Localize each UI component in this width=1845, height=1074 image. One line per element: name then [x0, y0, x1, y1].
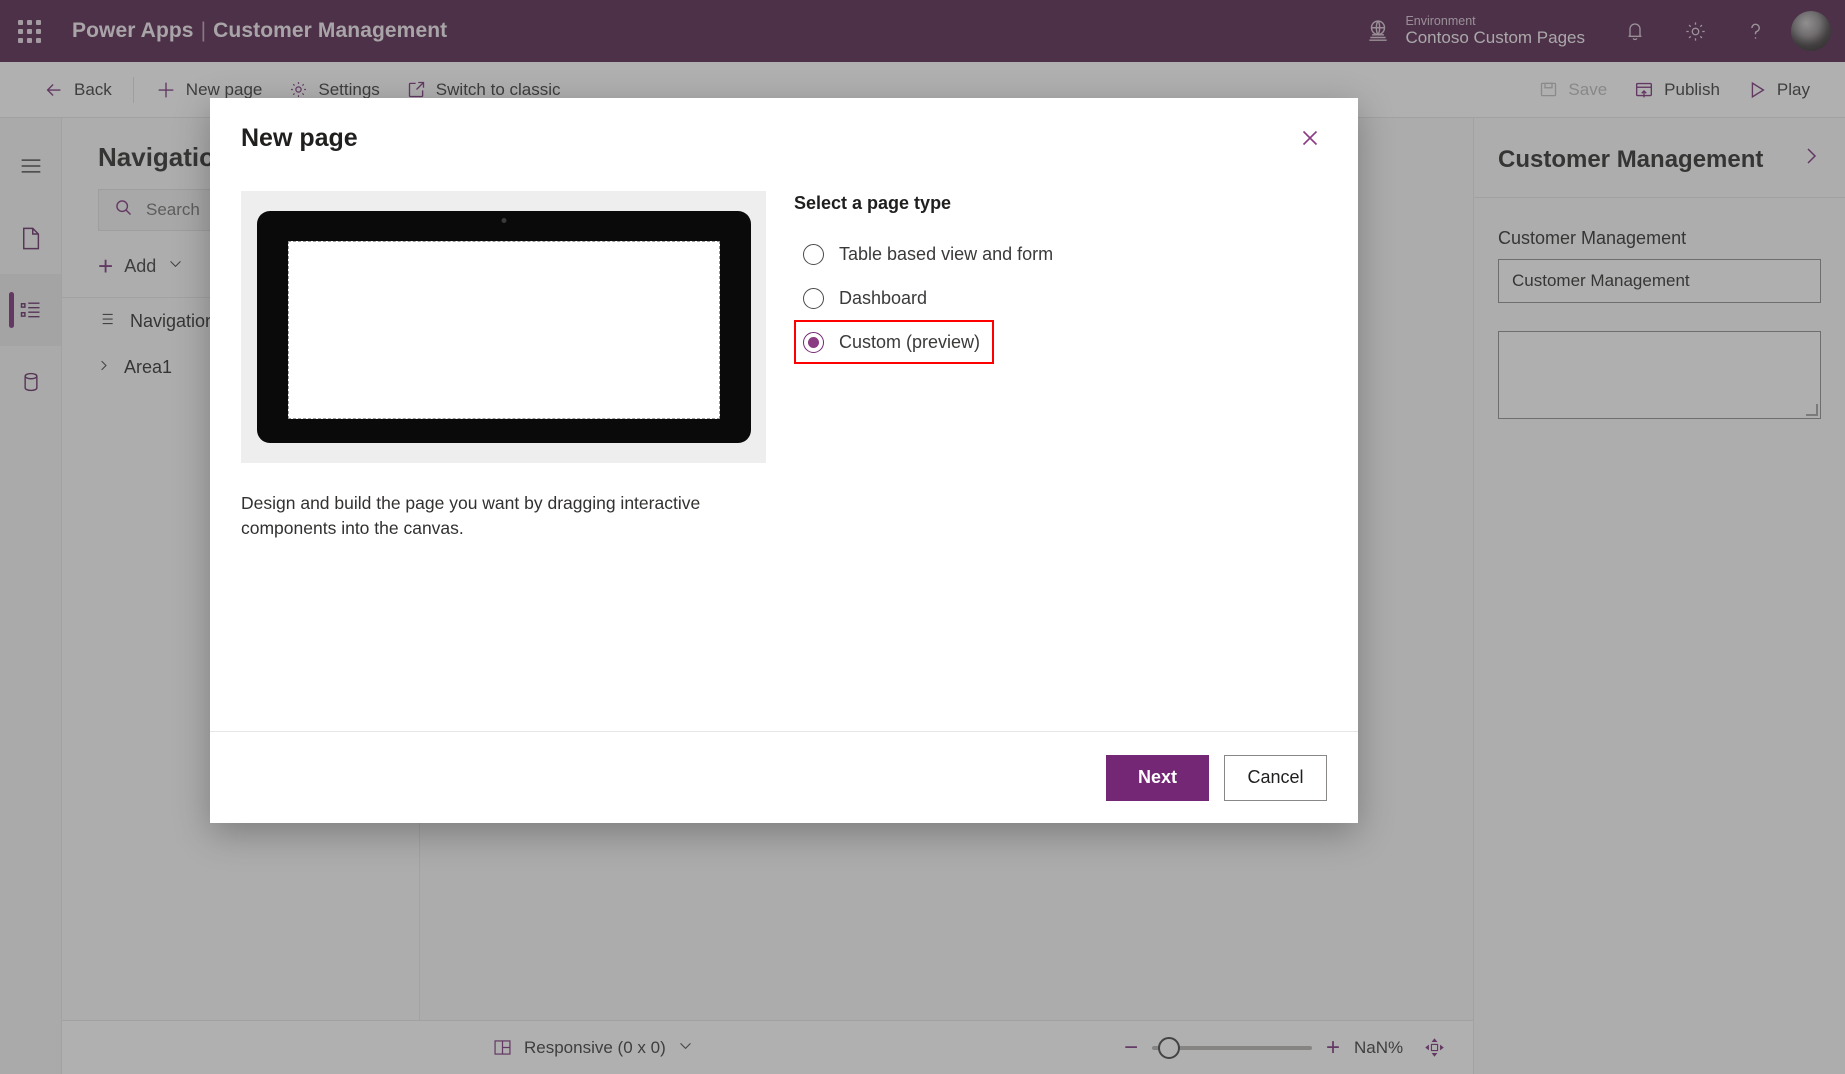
close-icon[interactable] — [1292, 124, 1328, 157]
option-dashboard[interactable]: Dashboard — [794, 276, 1327, 320]
dialog-body: Design and build the page you want by dr… — [210, 157, 1358, 731]
new-page-dialog: New page Design and build the page you w… — [210, 98, 1358, 823]
page-type-description: Design and build the page you want by dr… — [241, 493, 701, 539]
option-label: Dashboard — [839, 287, 928, 308]
device-frame-icon — [256, 211, 751, 443]
power-apps-designer: Power Apps | Customer Management Environme… — [0, 0, 1845, 1074]
dialog-title: New page — [241, 124, 358, 152]
radio-icon-selected — [803, 331, 824, 353]
page-type-preview — [241, 191, 766, 463]
radio-icon — [803, 243, 824, 265]
dialog-header: New page — [210, 98, 1358, 157]
radio-icon — [803, 287, 824, 309]
options-heading: Select a page type — [794, 193, 952, 213]
option-label: Table based view and form — [839, 243, 1054, 264]
option-table-based-view-and-form[interactable]: Table based view and form — [794, 232, 1327, 276]
preview-column: Design and build the page you want by dr… — [241, 191, 766, 731]
option-custom-preview[interactable]: Custom (preview) — [794, 320, 994, 364]
cancel-button[interactable]: Cancel — [1224, 754, 1327, 801]
option-label: Custom (preview) — [839, 331, 981, 352]
next-button[interactable]: Next — [1106, 754, 1209, 801]
page-type-options: Select a page type Table based view and … — [794, 191, 1327, 731]
device-screen — [287, 241, 720, 419]
dialog-footer: Next Cancel — [210, 731, 1358, 823]
